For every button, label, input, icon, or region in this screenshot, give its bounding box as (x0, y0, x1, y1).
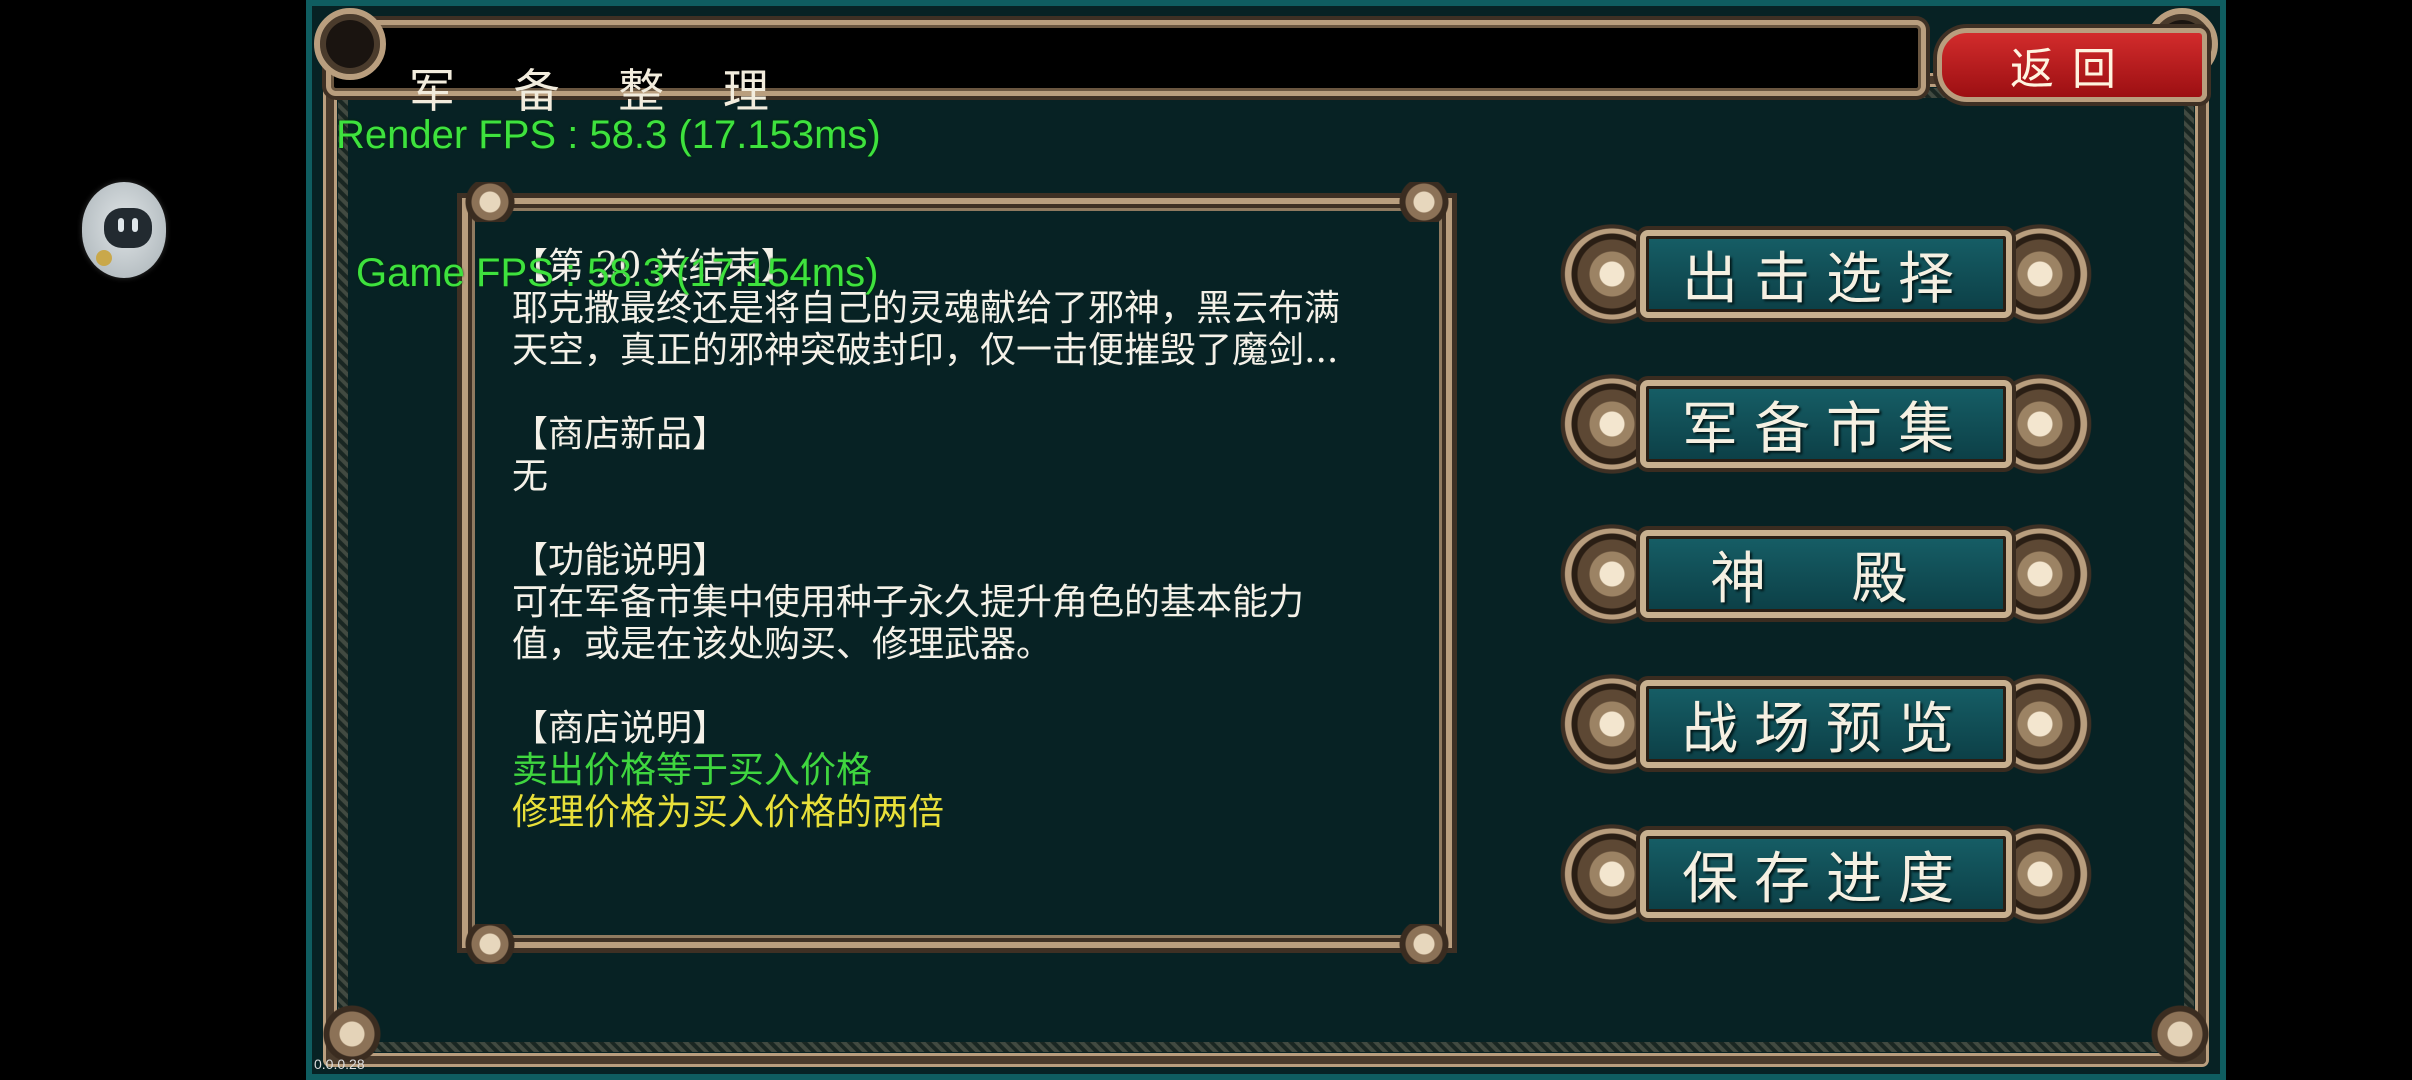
floating-assistant-bubble[interactable] (82, 182, 166, 278)
function-text: 可在军备市集中使用种子永久提升角色的基本能力 (512, 582, 1305, 623)
function-heading: 【功能说明】 (512, 540, 729, 581)
save-progress-button[interactable]: 保存进度 (1552, 812, 2100, 936)
sell-price-note: 卖出价格等于买入价格 (512, 750, 873, 791)
shop-section: 【商店说明】 卖出价格等于买入价格 修理价格为买入价格的两倍 (512, 708, 1416, 834)
corner-ornament-icon (2140, 994, 2220, 1074)
sortie-select-label: 出击选择 (1640, 230, 2012, 318)
battlefield-preview-button[interactable]: 战场预览 (1552, 662, 2100, 786)
temple-button[interactable]: 神 殿 (1552, 512, 2100, 636)
sortie-select-button[interactable]: 出击选择 (1552, 212, 2100, 336)
scroll-ornament-icon (1392, 924, 1456, 964)
market-button[interactable]: 军备市集 (1552, 362, 2100, 486)
version-label: 0.0.0.28 (314, 1056, 365, 1072)
game-viewport: 军 备 整 理 返回 【第 20 关结束】 耶克撒最终还是将自己的灵魂献给了邪神… (306, 0, 2226, 1080)
game-fps: Game FPS : 58.3 (17.154ms) (356, 251, 879, 295)
screen: 军 备 整 理 返回 【第 20 关结束】 耶克撒最终还是将自己的灵魂献给了邪神… (0, 0, 2412, 1080)
repair-price-note: 修理价格为买入价格的两倍 (512, 792, 945, 833)
robot-face-icon (104, 208, 152, 248)
temple-label: 神 殿 (1640, 530, 2012, 618)
battlefield-preview-label: 战场预览 (1640, 680, 2012, 768)
status-dot (96, 250, 112, 266)
save-progress-label: 保存进度 (1640, 830, 2012, 918)
render-fps: Render FPS : 58.3 (17.153ms) (336, 113, 881, 157)
fps-overlay: Render FPS : 58.3 (17.153ms) Game FPS : … (336, 20, 881, 388)
function-text: 值，或是在该处购买、修理武器。 (512, 624, 1053, 665)
new-items-heading: 【商店新品】 (512, 414, 729, 455)
function-section: 【功能说明】 可在军备市集中使用种子永久提升角色的基本能力 值，或是在该处购买、… (512, 540, 1416, 666)
new-items-text: 无 (512, 456, 549, 497)
back-button[interactable]: 返回 (1937, 28, 2207, 102)
market-label: 军备市集 (1640, 380, 2012, 468)
scroll-ornament-icon (1392, 182, 1456, 222)
scroll-ornament-icon (458, 924, 522, 964)
new-items-section: 【商店新品】 无 (512, 414, 1416, 498)
shop-heading: 【商店说明】 (512, 708, 729, 749)
